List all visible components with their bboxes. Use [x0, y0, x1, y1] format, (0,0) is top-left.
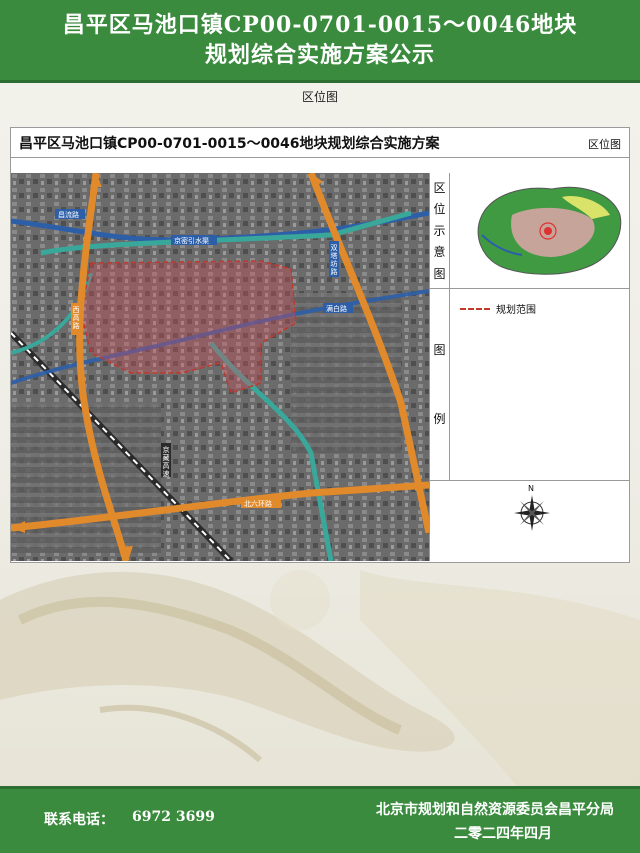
panel-title: 昌平区马池口镇CP00-0701-0015～0046地块规划综合实施方案 — [19, 136, 440, 152]
side-column: 区 位 示 意 图 图 例 规划范围 N — [429, 173, 629, 561]
map-fields-right — [291, 293, 401, 453]
map-label-changliu: 昌流路 — [58, 210, 79, 219]
legend-label: 规划范围 — [496, 305, 536, 316]
compass-icon: N — [514, 484, 550, 531]
map-label-manbai: 满白路 — [326, 304, 347, 313]
location-heading-char: 图 — [433, 266, 446, 281]
title-banner: 昌平区马池口镇CP00-0701-0015～0046地块 规划综合实施方案公示 — [0, 0, 640, 83]
map-label-canal: 京密引水渠 — [174, 236, 209, 245]
location-heading-char: 意 — [433, 245, 446, 259]
legend-heading: 图 例 — [430, 289, 450, 480]
contact-phone: 6972 3699 — [132, 809, 215, 825]
contact-label: 联系电话： — [44, 812, 114, 828]
footer-banner: 联系电话： 6972 3699 北京市规划和自然资源委员会昌平分局 二零二四年四… — [0, 786, 640, 853]
north-label: N — [528, 484, 534, 493]
dashed-line-swatch — [460, 307, 490, 310]
location-inset-heading: 区 位 示 意 图 — [430, 173, 450, 288]
decorative-landscape-painting — [0, 570, 640, 790]
legend-heading-char: 图 — [433, 343, 446, 358]
location-heading-char: 示 — [433, 223, 446, 238]
map-label-jingzang: 京藏高速 — [163, 445, 170, 478]
legend-heading-char: 例 — [433, 411, 446, 426]
map-label-xigao: 西高路 — [73, 306, 80, 330]
district-inset-map — [452, 175, 628, 287]
north-arrow-cell: N — [429, 481, 629, 561]
map-label-shuangta: 双塔坊路 — [331, 244, 338, 276]
location-inset-cell: 区 位 示 意 图 — [429, 173, 629, 289]
issuing-authority: 北京市规划和自然资源委员会昌平分局 — [376, 802, 614, 818]
legend-cell: 图 例 规划范围 — [429, 289, 629, 481]
map-label-sixthring: 北六环路 — [244, 499, 272, 508]
legend-item-planning-boundary: 规划范围 — [460, 301, 536, 316]
panel-header: 昌平区马池口镇CP00-0701-0015～0046地块规划综合实施方案 区位图 — [11, 128, 629, 158]
location-heading-char: 区 — [433, 180, 446, 195]
panel-tag: 区位图 — [588, 138, 621, 151]
satellite-map: 昌流路 京密引水渠 满白路 北六环路 双塔坊路西高路京藏高速 — [11, 173, 429, 561]
section-label: 区位图 — [301, 90, 338, 104]
banner-title-line-1: 昌平区马池口镇CP00-0701-0015～0046地块 — [62, 12, 578, 38]
banner-title-line-2: 规划综合实施方案公示 — [204, 42, 435, 68]
location-map-panel: 昌平区马池口镇CP00-0701-0015～0046地块规划综合实施方案 区位图 — [10, 127, 630, 563]
issue-date: 二零二四年四月 — [454, 826, 552, 842]
location-heading-char: 位 — [433, 202, 446, 216]
